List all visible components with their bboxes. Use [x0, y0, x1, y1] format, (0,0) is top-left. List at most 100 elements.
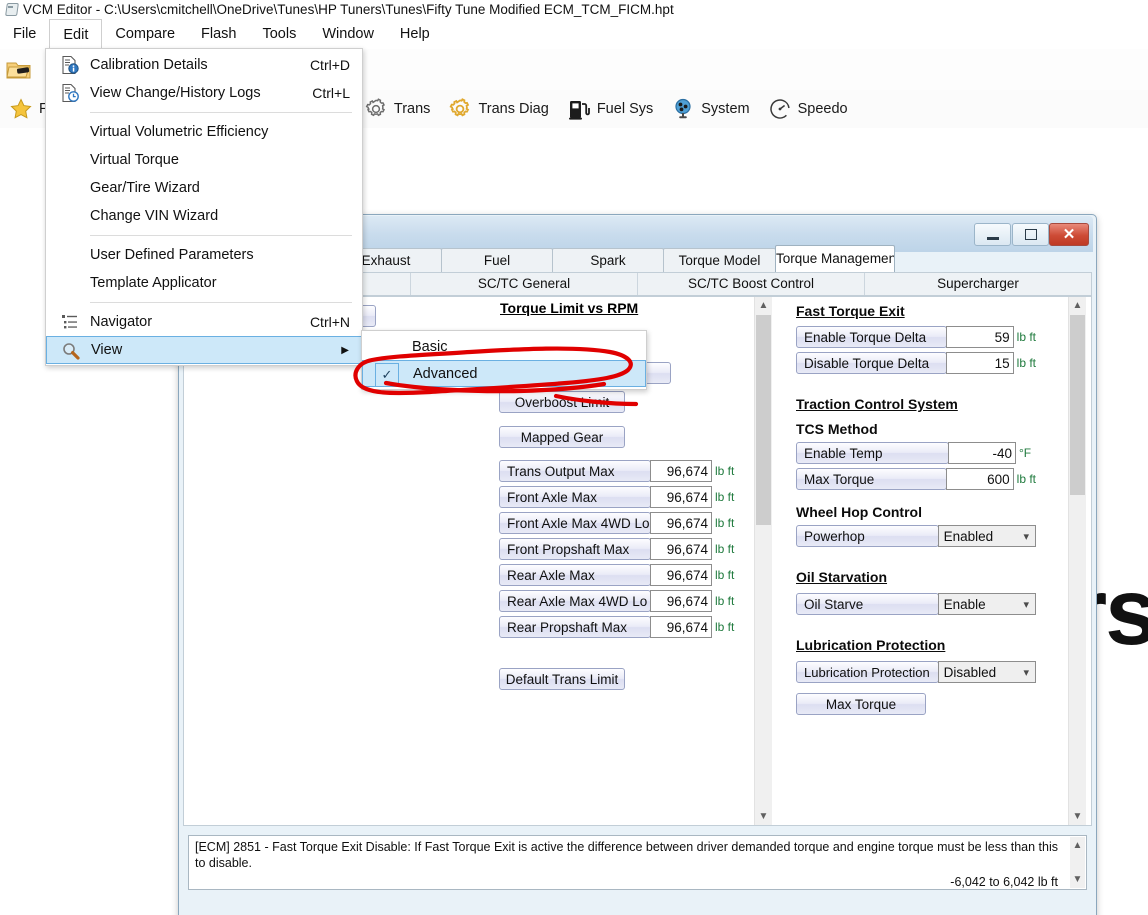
- field-max-torque-tcs: Max Torque 600 lb ft: [796, 468, 1036, 490]
- menu-file[interactable]: File: [0, 19, 49, 49]
- right-scroll-thumb[interactable]: [1070, 315, 1085, 495]
- menu-item-gear-tire-wizard[interactable]: Gear/Tire Wizard: [46, 174, 362, 202]
- rear-propshaft-max-label[interactable]: Rear Propshaft Max: [499, 616, 651, 638]
- rear-propshaft-max-value[interactable]: 96,674: [650, 616, 712, 638]
- enable-temp-value[interactable]: -40: [948, 442, 1016, 464]
- powerhop-dropdown[interactable]: Enabled ▾: [937, 525, 1036, 547]
- navigator-icon: [60, 312, 80, 332]
- oil-starvation-heading: Oil Starvation: [796, 569, 888, 585]
- tab-torque-management[interactable]: Torque Management: [775, 245, 895, 272]
- menu-item-template-applicator[interactable]: Template Applicator: [46, 269, 362, 297]
- minimize-button[interactable]: [974, 223, 1011, 246]
- overboost-limit-button[interactable]: Overboost Limit: [499, 391, 625, 413]
- enable-temp-unit: °F: [1019, 446, 1032, 460]
- menu-item-template-applicator-label: Template Applicator: [90, 275, 217, 291]
- description-scrollbar[interactable]: ▲ ▼: [1070, 837, 1085, 888]
- fuel-sys-button[interactable]: Fuel Sys: [558, 93, 662, 125]
- front-axle-max-value[interactable]: 96,674: [650, 486, 712, 508]
- menu-item-virtual-volumetric-efficiency[interactable]: Virtual Volumetric Efficiency: [46, 118, 362, 146]
- torque-limit-vs-rpm-heading: Torque Limit vs RPM: [500, 300, 639, 316]
- menu-item-navigator-accel: Ctrl+N: [309, 314, 350, 330]
- default-trans-limit-button[interactable]: Default Trans Limit: [499, 668, 625, 690]
- enable-torque-delta-value[interactable]: 59: [946, 326, 1014, 348]
- tab-supercharger[interactable]: Supercharger: [865, 273, 1091, 295]
- history-log-icon: [60, 83, 80, 103]
- view-submenu: Basic ✓ Advanced: [361, 330, 647, 390]
- gear-icon: [365, 98, 385, 117]
- mapped-gear-button[interactable]: Mapped Gear: [499, 426, 625, 448]
- description-scroll-up-arrow[interactable]: ▲: [1070, 837, 1085, 854]
- menu-item-user-defined-parameters[interactable]: User Defined Parameters: [46, 241, 362, 269]
- rear-axle-max-4wd-lo-value[interactable]: 96,674: [650, 590, 712, 612]
- menu-compare[interactable]: Compare: [102, 19, 188, 49]
- trans-button[interactable]: Trans: [355, 93, 440, 125]
- menu-item-gear-tire-wizard-label: Gear/Tire Wizard: [90, 180, 200, 196]
- submenu-item-basic-label: Basic: [412, 338, 448, 355]
- left-scroll-thumb[interactable]: [756, 315, 771, 525]
- left-pane-scrollbar[interactable]: ▲ ▼: [754, 297, 772, 825]
- front-propshaft-max-value[interactable]: 96,674: [650, 538, 712, 560]
- menu-edit[interactable]: Edit: [49, 19, 103, 49]
- right-pane-scrollbar[interactable]: ▲ ▼: [1068, 297, 1086, 825]
- trans-output-max-value[interactable]: 96,674: [650, 460, 712, 482]
- chevron-down-icon: ▾: [1023, 530, 1029, 543]
- max-torque-tcs-unit: lb ft: [1016, 472, 1036, 486]
- calibration-details-icon: [60, 55, 80, 75]
- menu-item-view-change-history-logs[interactable]: View Change/History Logs Ctrl+L: [46, 79, 362, 107]
- parameter-description-text: [ECM] 2851 - Fast Torque Exit Disable: I…: [195, 840, 1058, 870]
- description-scroll-down-arrow[interactable]: ▼: [1070, 871, 1085, 888]
- rear-axle-max-value[interactable]: 96,674: [650, 564, 712, 586]
- oil-starve-label[interactable]: Oil Starve: [796, 593, 939, 615]
- field-front-axle-max: Front Axle Max 96,674 lb ft: [499, 486, 749, 508]
- lubrication-max-torque-button[interactable]: Max Torque: [796, 693, 926, 715]
- right-scroll-up-arrow[interactable]: ▲: [1069, 297, 1086, 314]
- submenu-item-advanced[interactable]: ✓ Advanced: [362, 360, 646, 387]
- rear-axle-max-label[interactable]: Rear Axle Max: [499, 564, 651, 586]
- menu-item-calibration-details[interactable]: Calibration Details Ctrl+D: [46, 51, 362, 79]
- tab-torque-model[interactable]: Torque Model: [663, 248, 776, 272]
- maximize-button[interactable]: [1012, 223, 1049, 246]
- tab-spark[interactable]: Spark: [552, 248, 664, 272]
- menu-item-change-vin-wizard[interactable]: Change VIN Wizard: [46, 202, 362, 230]
- disable-torque-delta-label[interactable]: Disable Torque Delta: [796, 352, 948, 374]
- rear-axle-max-4wd-lo-label[interactable]: Rear Axle Max 4WD Lo: [499, 590, 651, 612]
- left-scroll-down-arrow[interactable]: ▼: [755, 808, 772, 825]
- close-button[interactable]: ✕: [1049, 223, 1089, 246]
- disable-torque-delta-value[interactable]: 15: [946, 352, 1014, 374]
- front-axle-max-label[interactable]: Front Axle Max: [499, 486, 651, 508]
- field-powerhop: Powerhop Enabled ▾: [796, 525, 1036, 547]
- trans-output-max-label[interactable]: Trans Output Max: [499, 460, 651, 482]
- menu-tools[interactable]: Tools: [249, 19, 309, 49]
- trans-diag-button[interactable]: Trans Diag: [439, 93, 557, 125]
- max-torque-tcs-value[interactable]: 600: [946, 468, 1014, 490]
- system-button[interactable]: System: [662, 93, 758, 125]
- oil-starve-dropdown[interactable]: Enable ▾: [937, 593, 1036, 615]
- front-propshaft-max-label[interactable]: Front Propshaft Max: [499, 538, 651, 560]
- enable-temp-label[interactable]: Enable Temp: [796, 442, 949, 464]
- tab-sctc-general[interactable]: SC/TC General: [411, 273, 638, 295]
- speedo-button[interactable]: Speedo: [759, 93, 857, 125]
- open-file-button[interactable]: [0, 53, 38, 87]
- menu-item-navigator[interactable]: Navigator Ctrl+N: [46, 308, 362, 336]
- tab-sctc-boost-control[interactable]: SC/TC Boost Control: [638, 273, 865, 295]
- menu-item-user-defined-parameters-label: User Defined Parameters: [90, 247, 254, 263]
- right-scroll-down-arrow[interactable]: ▼: [1069, 808, 1086, 825]
- app-title-text: VCM Editor - C:\Users\cmitchell\OneDrive…: [23, 1, 674, 17]
- menu-item-view[interactable]: View ▶: [46, 336, 362, 364]
- lubrication-protection-dropdown[interactable]: Disabled ▾: [937, 661, 1036, 683]
- front-axle-max-4wd-lo-value[interactable]: 96,674: [650, 512, 712, 534]
- menu-help[interactable]: Help: [387, 19, 443, 49]
- menu-flash[interactable]: Flash: [188, 19, 249, 49]
- menu-window[interactable]: Window: [309, 19, 387, 49]
- menu-item-virtual-torque[interactable]: Virtual Torque: [46, 146, 362, 174]
- submenu-item-basic[interactable]: Basic: [362, 333, 646, 360]
- powerhop-label[interactable]: Powerhop: [796, 525, 939, 547]
- max-torque-tcs-label[interactable]: Max Torque: [796, 468, 948, 490]
- menu-item-virtual-torque-label: Virtual Torque: [90, 152, 179, 168]
- enable-torque-delta-label[interactable]: Enable Torque Delta: [796, 326, 948, 348]
- front-axle-max-4wd-lo-label[interactable]: Front Axle Max 4WD Lo: [499, 512, 651, 534]
- lubrication-protection-label[interactable]: Lubrication Protection: [796, 661, 939, 683]
- left-scroll-up-arrow[interactable]: ▲: [755, 297, 772, 314]
- tab-fuel[interactable]: Fuel: [441, 248, 553, 272]
- rear-axle-max-unit: lb ft: [715, 568, 735, 582]
